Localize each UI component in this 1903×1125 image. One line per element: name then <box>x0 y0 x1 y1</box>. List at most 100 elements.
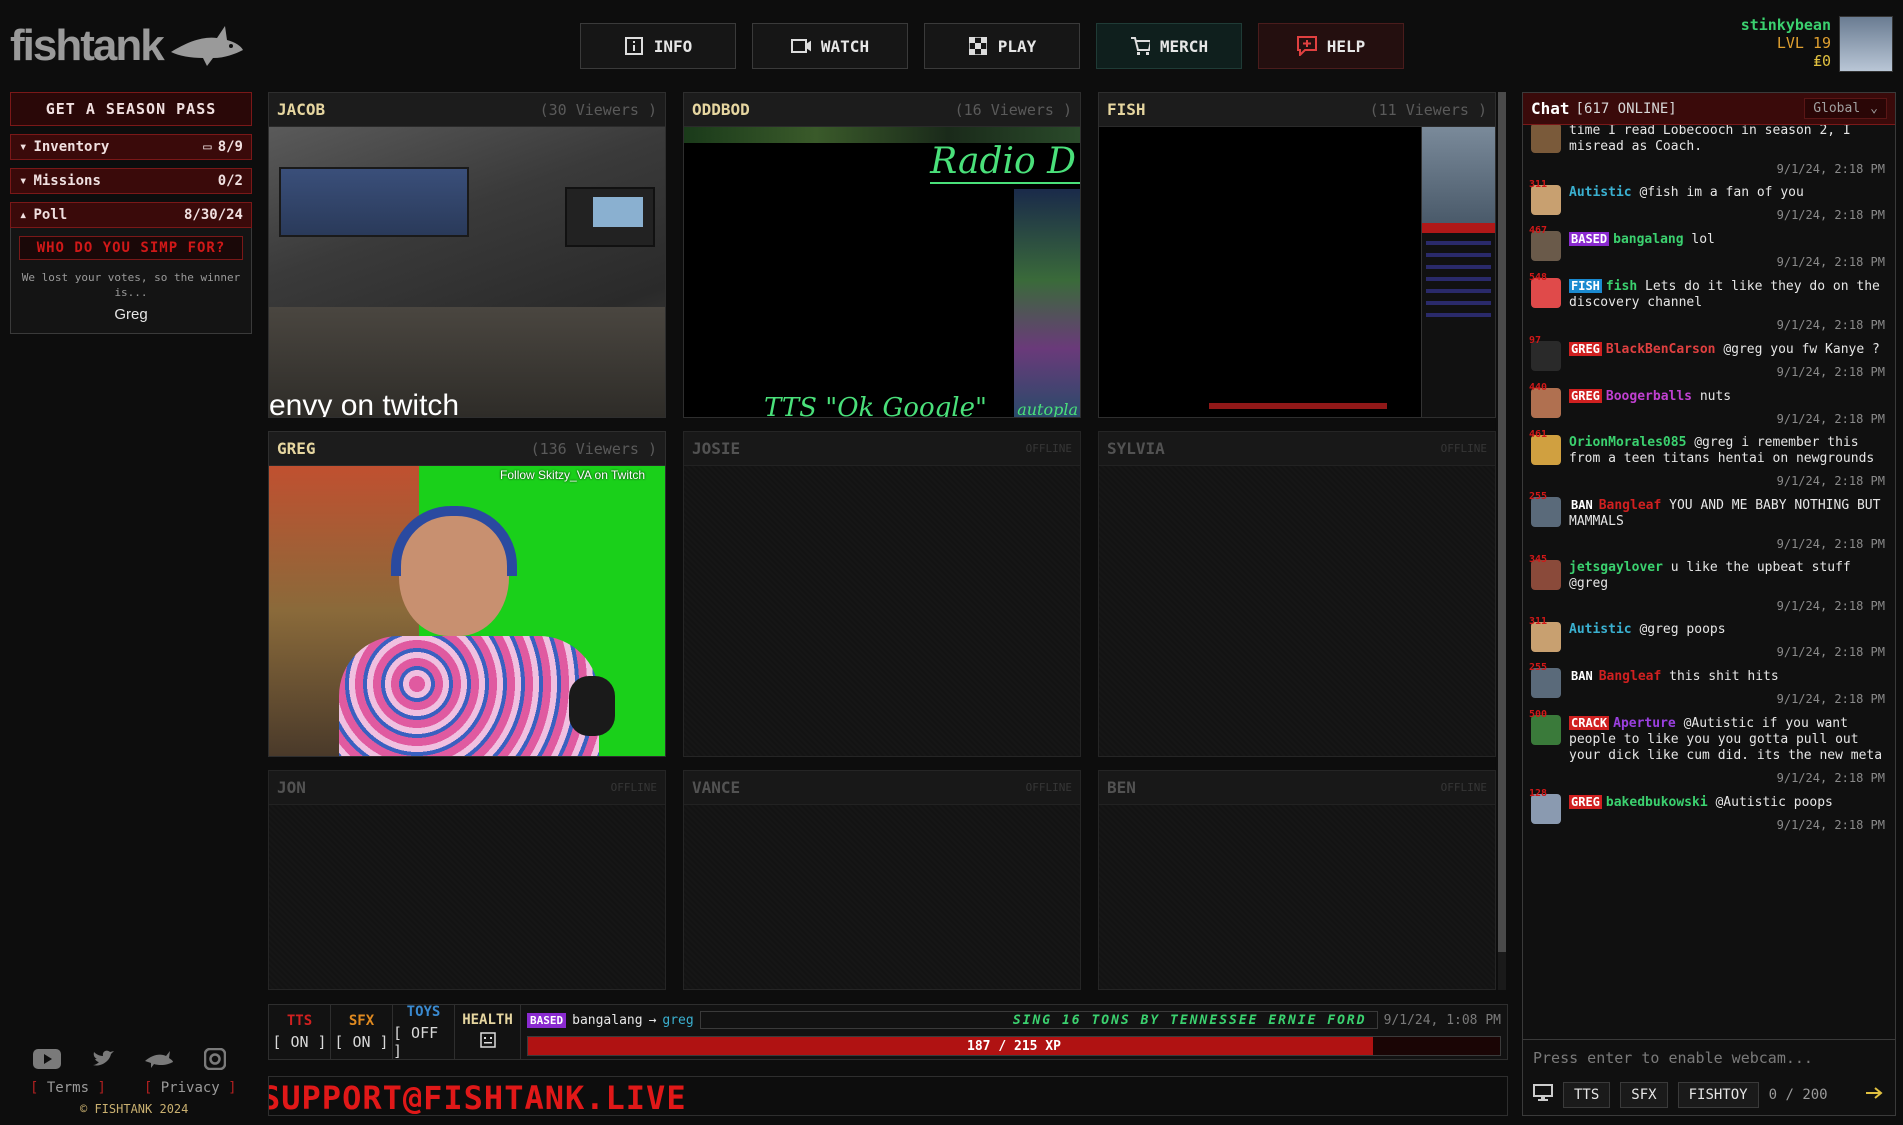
poll-message: We lost your votes, so the winner is... <box>21 271 241 299</box>
support-text: SUPPORT@FISHTANK.LIVE <box>268 1079 687 1116</box>
chat-timestamp: 9/1/24, 2:18 PM <box>1776 771 1885 785</box>
terms-label: Terms <box>46 1080 90 1096</box>
cam-vance[interactable]: VANCE OFFLINE <box>683 770 1081 990</box>
nav-help-button[interactable]: HELP <box>1258 23 1404 69</box>
cam-header: VANCE OFFLINE <box>684 771 1080 805</box>
chat-username[interactable]: Autistic <box>1569 185 1632 200</box>
missions-label: Missions <box>33 173 101 189</box>
chat-badge: BAN <box>1571 498 1593 512</box>
chat-message: 500 CRACK Aperture @Autistic if you want p… <box>1523 709 1895 790</box>
fish-icon[interactable] <box>144 1046 174 1072</box>
activity-from[interactable]: bangalang <box>572 1013 642 1028</box>
youtube-icon[interactable] <box>32 1046 62 1072</box>
nav-merch-button[interactable]: MERCH <box>1096 23 1242 69</box>
chat-input[interactable]: Press enter to enable webcam... <box>1523 1039 1895 1075</box>
chat-text: this shit hits <box>1669 669 1779 684</box>
chat-username[interactable]: Autistic <box>1569 622 1632 637</box>
chat-badge: BAN <box>1571 669 1593 683</box>
chat-username[interactable]: Aperture <box>1613 716 1676 731</box>
twitter-icon[interactable] <box>88 1046 118 1072</box>
chat-body: BASED bangalang lol <box>1569 231 1885 248</box>
season-pass-button[interactable]: GET A SEASON PASS <box>10 92 252 126</box>
chat-body: OrionMorales085 @greg i remember this fr… <box>1569 435 1885 467</box>
chat-message: 467 BASED bangalang lol 9/1/24, 2:18 PM <box>1523 225 1895 274</box>
activity-marquee: SING 16 TONS BY TENNESSEE ERNIE FORD <box>699 1011 1378 1029</box>
chat-body: BAN Bangleaf YOU AND ME BABY NOTHING BUT … <box>1569 497 1885 530</box>
cam-fish[interactable]: FISH (11 Viewers ) <box>1098 92 1496 418</box>
health-label: HEALTH <box>462 1012 513 1028</box>
inventory-toggle[interactable]: ▾ Inventory ▭ 8/9 <box>10 134 252 160</box>
nav-watch-button[interactable]: WATCH <box>752 23 908 69</box>
desktop-icon[interactable] <box>1533 1084 1553 1106</box>
user-info: stinkybean LVL 19 ₤0 <box>1741 16 1831 70</box>
chat-message: 345 jetsgaylover u like the upbeat stuff … <box>1523 554 1895 618</box>
poll-question: WHO DO YOU SIMP FOR? <box>19 236 243 260</box>
chat-username[interactable]: bangalang <box>1613 232 1683 247</box>
activity-badge: BASED <box>527 1012 567 1028</box>
cam-greg[interactable]: GREG (136 Viewers ) Follow Skitzy_VA on … <box>268 431 666 757</box>
user-profile[interactable]: stinkybean LVL 19 ₤0 <box>1741 16 1893 72</box>
missions-toggle[interactable]: ▾ Missions 0/2 <box>10 168 252 194</box>
chat-body: time I read Lobecooch in season 2, I mis… <box>1569 125 1885 155</box>
chat-body: BAN Bangleaf this shit hits <box>1569 668 1885 685</box>
chat-username[interactable]: Bangleaf <box>1599 669 1662 684</box>
privacy-link[interactable]: [ Privacy ] <box>144 1080 237 1096</box>
chat-username[interactable]: OrionMorales085 <box>1569 435 1686 450</box>
cam-josie[interactable]: JOSIE OFFLINE <box>683 431 1081 757</box>
chat-tts-button[interactable]: TTS <box>1563 1082 1611 1108</box>
chat-fishtoy-button[interactable]: FISHTOY <box>1677 1082 1759 1108</box>
instagram-icon[interactable] <box>200 1046 230 1072</box>
caret-down-icon: ▾ <box>19 139 28 155</box>
chat-username[interactable]: jetsgaylover <box>1569 560 1663 575</box>
cam-name: FISH <box>1107 100 1146 119</box>
cam-feed-offline <box>1099 805 1495 989</box>
tts-toggle[interactable]: TTS [ ON ] <box>269 1005 331 1059</box>
chat-username[interactable]: bakedbukowski <box>1606 795 1708 810</box>
left-sidebar: GET A SEASON PASS ▾ Inventory ▭ 8/9 ▾ Missi… <box>10 92 252 334</box>
feed-mini-screen <box>1421 127 1495 417</box>
toys-toggle[interactable]: TOYS [ OFF ] <box>393 1004 455 1060</box>
poll-winner: Greg <box>114 306 148 323</box>
sfx-toggle[interactable]: SFX [ ON ] <box>331 1005 393 1059</box>
chat-scope-select[interactable]: Global ⌄ <box>1804 98 1887 119</box>
cam-sylvia[interactable]: SYLVIA OFFLINE <box>1098 431 1496 757</box>
chat-level: 255 <box>1529 662 1548 673</box>
cam-name: VANCE <box>692 778 741 797</box>
mini-chat-bar <box>1422 223 1495 233</box>
chat-panel: Chat [617 ONLINE] Global ⌄ time I read Lo… <box>1522 92 1896 1116</box>
activity-to[interactable]: greg <box>662 1013 693 1028</box>
mini-line <box>1426 277 1491 281</box>
fishtank-logo[interactable]: fishtank <box>10 20 250 72</box>
send-arrow-icon[interactable] <box>1865 1085 1885 1105</box>
chat-badge: CRACK <box>1569 716 1610 730</box>
cam-jon[interactable]: JON OFFLINE <box>268 770 666 990</box>
cam-oddbod[interactable]: ODDBOD (16 Viewers ) Radio D TTS "Ok Goo… <box>683 92 1081 418</box>
cam-name: ODDBOD <box>692 100 750 119</box>
nav-merch-label: MERCH <box>1159 36 1209 56</box>
nav-info-button[interactable]: INFO <box>580 23 736 69</box>
chat-username[interactable]: fish <box>1606 279 1637 294</box>
poll-toggle[interactable]: ▴ Poll 8/30/24 <box>10 202 252 228</box>
chat-body: FISH fish Lets do it like they do on the … <box>1569 278 1885 311</box>
cam-ben[interactable]: BEN OFFLINE <box>1098 770 1496 990</box>
terms-link[interactable]: [ Terms ] <box>30 1080 106 1096</box>
cam-jacob[interactable]: JACOB (30 Viewers ) envy on twitch <box>268 92 666 418</box>
chat-timestamp: 9/1/24, 2:18 PM <box>1776 365 1885 379</box>
cam-header: JOSIE OFFLINE <box>684 432 1080 466</box>
chat-sfx-button[interactable]: SFX <box>1620 1082 1668 1108</box>
chat-username[interactable]: Boogerballs <box>1606 389 1692 404</box>
chat-badge: FISH <box>1569 279 1602 293</box>
chat-timestamp: 9/1/24, 2:18 PM <box>1776 208 1885 222</box>
chat-username[interactable]: Bangleaf <box>1599 498 1662 513</box>
chat-username[interactable]: BlackBenCarson <box>1606 342 1716 357</box>
chat-body: GREG bakedbukowski @Autistic poops <box>1569 794 1885 811</box>
health-indicator[interactable]: HEALTH <box>455 1005 521 1059</box>
chat-avatar[interactable] <box>1531 125 1561 153</box>
grid-scrollbar[interactable] <box>1498 92 1506 990</box>
cam-name: BEN <box>1107 778 1136 797</box>
chat-title: Chat <box>1531 99 1570 118</box>
nav-play-button[interactable]: PLAY <box>924 23 1080 69</box>
chat-messages[interactable]: time I read Lobecooch in season 2, I mis… <box>1523 125 1895 1039</box>
scrollbar-thumb[interactable] <box>1498 92 1506 952</box>
user-avatar[interactable] <box>1839 16 1893 72</box>
